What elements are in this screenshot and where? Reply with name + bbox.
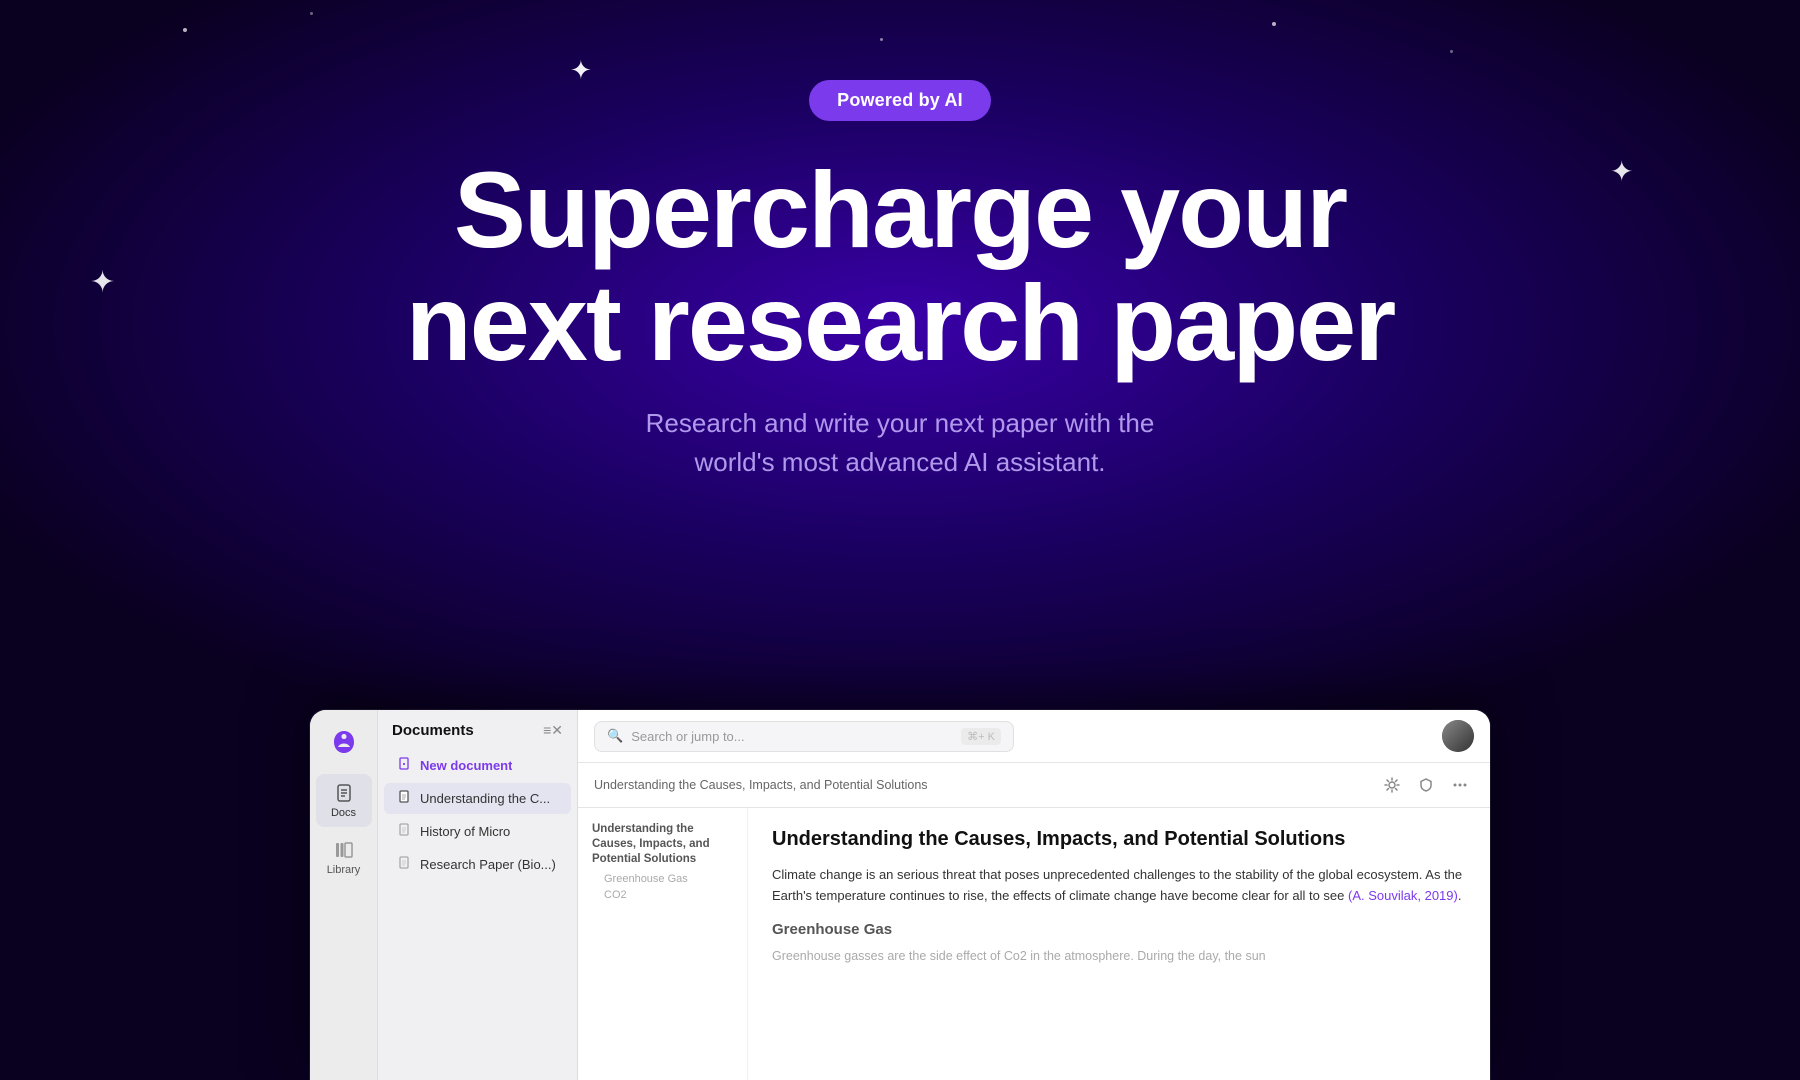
search-box[interactable]: 🔍 Search or jump to... ⌘+ K [594, 721, 1014, 752]
hero-title-line2: next research paper [406, 262, 1395, 383]
settings-icon[interactable] [1378, 771, 1406, 799]
docs-title: Documents [392, 722, 474, 739]
app-window: Docs Library Documents ≡✕ [310, 710, 1490, 1080]
search-icon: 🔍 [607, 728, 623, 744]
breadcrumb-actions [1378, 771, 1474, 799]
docs-menu-icon[interactable]: ≡✕ [543, 722, 563, 739]
library-label: Library [327, 864, 361, 876]
doc-item-history[interactable]: History of Micro [384, 816, 571, 847]
sidebar-icons: Docs Library [310, 710, 378, 1080]
new-document-item[interactable]: New document [384, 750, 571, 781]
doc-item-research[interactable]: Research Paper (Bio...) [384, 849, 571, 880]
doc-icon-research [398, 856, 412, 873]
sidebar-item-library[interactable]: Library [316, 831, 372, 884]
top-bar: 🔍 Search or jump to... ⌘+ K [578, 710, 1490, 763]
breadcrumb: Understanding the Causes, Impacts, and P… [594, 778, 1370, 792]
document-content: Understanding the Causes, Impacts, and P… [748, 808, 1490, 1080]
content-body: Understanding theCauses, Impacts, andPot… [578, 808, 1490, 1080]
more-options-icon[interactable] [1446, 771, 1474, 799]
doc-section-greenhouse: Greenhouse Gas [772, 921, 1466, 938]
hero-title-line1: Supercharge your [454, 149, 1346, 270]
powered-badge: Powered by AI [809, 80, 991, 121]
doc-label-research: Research Paper (Bio...) [420, 857, 556, 872]
doc-paragraph-1: Climate change is an serious threat that… [772, 864, 1466, 907]
doc-paragraph-greenhouse: Greenhouse gasses are the side effect of… [772, 946, 1466, 966]
toc-item-greenhouse[interactable]: Greenhouse Gas [592, 873, 733, 885]
sidebar-item-docs[interactable]: Docs [316, 774, 372, 827]
docs-header: Documents ≡✕ [378, 722, 577, 749]
doc-icon-understanding [398, 790, 412, 807]
doc-label-understanding: Understanding the C... [420, 791, 550, 806]
hero-section: Powered by AI Supercharge your next rese… [0, 0, 1800, 482]
breadcrumb-bar: Understanding the Causes, Impacts, and P… [578, 763, 1490, 808]
avatar-image [1442, 720, 1474, 752]
toc-item-main[interactable]: Understanding theCauses, Impacts, andPot… [592, 822, 733, 867]
documents-panel: Documents ≡✕ New document [378, 710, 578, 1080]
hero-title: Supercharge your next research paper [406, 153, 1395, 380]
docs-icon [333, 782, 355, 804]
app-logo [326, 724, 362, 760]
docs-label: Docs [331, 807, 356, 819]
new-doc-icon [398, 757, 412, 774]
main-content: 🔍 Search or jump to... ⌘+ K Understandin… [578, 710, 1490, 1080]
search-shortcut: ⌘+ K [961, 728, 1001, 745]
search-placeholder: Search or jump to... [631, 729, 953, 744]
doc-icon-history [398, 823, 412, 840]
doc-title: Understanding the Causes, Impacts, and P… [772, 826, 1466, 852]
user-avatar[interactable] [1442, 720, 1474, 752]
doc-label-history: History of Micro [420, 824, 510, 839]
shield-icon[interactable] [1412, 771, 1440, 799]
doc-item-understanding[interactable]: Understanding the C... [384, 783, 571, 814]
hero-subtitle: Research and write your next paper with … [646, 404, 1155, 482]
toc-panel: Understanding theCauses, Impacts, andPot… [578, 808, 748, 1080]
toc-item-co2[interactable]: CO2 [592, 889, 733, 901]
new-doc-label: New document [420, 758, 512, 773]
library-icon [333, 839, 355, 861]
citation-1: (A. Souvilak, 2019) [1348, 888, 1458, 903]
